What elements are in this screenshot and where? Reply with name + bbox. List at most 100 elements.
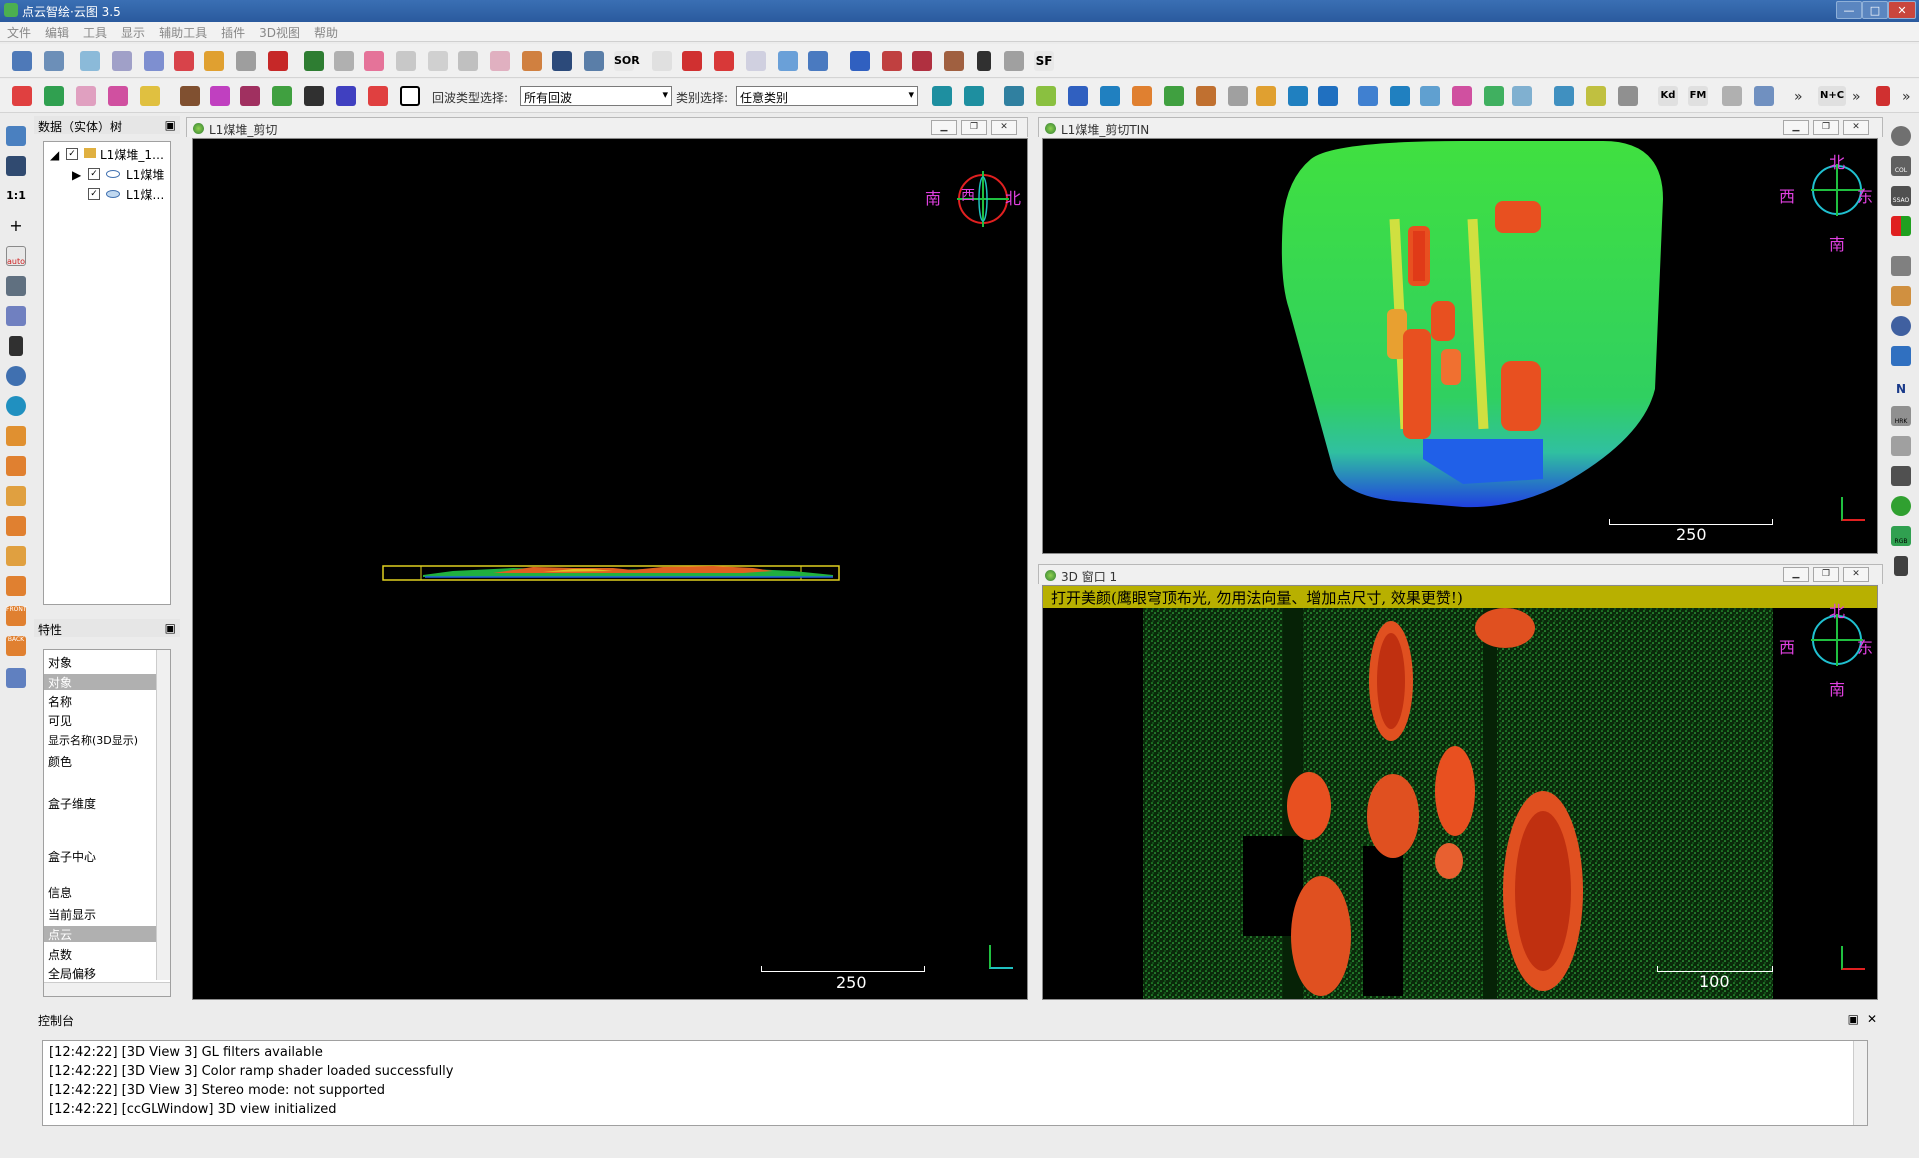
tree-checkbox-2[interactable]: ✓	[88, 188, 100, 200]
translate-icon[interactable]	[112, 51, 132, 71]
properties-vscrollbar[interactable]	[156, 650, 170, 980]
left-view-restore[interactable]: ❐	[961, 120, 987, 135]
magnet-icon[interactable]	[1894, 556, 1908, 576]
3d-view-minimize[interactable]: ▁	[1783, 567, 1809, 582]
bars-icon[interactable]	[240, 86, 260, 106]
menu-aux-tools[interactable]: 辅助工具	[152, 22, 214, 43]
console-scrollbar[interactable]	[1853, 1041, 1867, 1125]
view-top-icon[interactable]	[6, 426, 26, 446]
rgb-icon[interactable]	[44, 86, 64, 106]
more-tools-3[interactable]: »	[1902, 89, 1911, 105]
edit-icon[interactable]	[808, 51, 828, 71]
segment-icon[interactable]	[174, 51, 194, 71]
normal-icon[interactable]	[458, 51, 478, 71]
line-icon[interactable]	[304, 86, 324, 106]
zoom-fit-icon[interactable]	[6, 396, 26, 416]
triangle-icon[interactable]	[336, 86, 356, 106]
tree-item-root[interactable]: L1煤堆_1…	[100, 146, 164, 163]
menu-plugins[interactable]: 插件	[214, 22, 252, 43]
zoom-icon[interactable]	[6, 366, 26, 386]
compass-icon[interactable]	[1891, 316, 1911, 336]
sdv-icon[interactable]	[1891, 466, 1911, 486]
list-icon[interactable]	[144, 51, 164, 71]
delete-icon[interactable]	[268, 51, 288, 71]
ssao-icon[interactable]: SSAO	[1891, 186, 1911, 206]
scatter-blue-icon[interactable]	[1358, 86, 1378, 106]
prop-show-name[interactable]: 显示名称(3D显示)	[44, 732, 162, 748]
tin-view-restore[interactable]: ❐	[1813, 120, 1839, 135]
wave-icon[interactable]	[1420, 86, 1440, 106]
menu-file[interactable]: 文件	[0, 22, 38, 43]
stats-icon[interactable]	[882, 51, 902, 71]
save-icon[interactable]	[44, 51, 64, 71]
gradient-icon[interactable]	[108, 86, 128, 106]
rock-icon[interactable]	[1618, 86, 1638, 106]
camera-icon[interactable]	[6, 156, 26, 176]
tin-3d-view[interactable]: 北 西 东 南 250	[1042, 138, 1878, 554]
3d-view-restore[interactable]: ❐	[1813, 567, 1839, 582]
ratio-icon[interactable]: 1:1	[6, 186, 26, 206]
pencil-icon[interactable]	[1256, 86, 1276, 106]
center-icon[interactable]: +	[6, 216, 26, 236]
view-right-icon[interactable]	[6, 546, 26, 566]
cc-icon[interactable]	[490, 51, 510, 71]
classify-icon[interactable]	[210, 86, 230, 106]
maximize-button[interactable]: □	[1862, 1, 1888, 19]
table-icon[interactable]	[1036, 86, 1056, 106]
rotate-icon[interactable]	[1288, 86, 1308, 106]
doc-icon[interactable]	[1004, 86, 1024, 106]
calc-icon[interactable]	[1004, 51, 1024, 71]
open-icon[interactable]	[12, 51, 32, 71]
palette-icon[interactable]	[76, 86, 96, 106]
warning-icon[interactable]	[1228, 86, 1248, 106]
echo-type-select[interactable]: 所有回波	[520, 86, 672, 106]
boxes-icon[interactable]	[140, 86, 160, 106]
scalar-icon[interactable]	[944, 51, 964, 71]
prop-visible[interactable]: 可见	[44, 712, 162, 728]
left-view-close[interactable]: ✕	[991, 120, 1017, 135]
left-3d-view[interactable]: 南 西 北 250	[192, 138, 1028, 1000]
menu-tools[interactable]: 工具	[76, 22, 114, 43]
float-panel-icon[interactable]: ▣	[165, 118, 176, 132]
kd-icon[interactable]: Kd	[1658, 86, 1678, 106]
sf-icon[interactable]: SF	[1034, 51, 1054, 71]
menu-edit[interactable]: 编辑	[38, 22, 76, 43]
image-icon[interactable]	[584, 51, 604, 71]
scatter-icon[interactable]	[428, 51, 448, 71]
tree-icon[interactable]	[1164, 86, 1184, 106]
prop-name[interactable]: 名称	[44, 693, 162, 709]
windows-icon[interactable]	[1318, 86, 1338, 106]
square-icon[interactable]	[400, 86, 420, 106]
sor-icon[interactable]: SOR	[614, 51, 640, 71]
auto-pick-icon[interactable]: auto	[6, 246, 26, 266]
front-iso-icon[interactable]: FRONT	[6, 606, 27, 626]
3d-view-close[interactable]: ✕	[1843, 567, 1869, 582]
color-balance-icon[interactable]	[1891, 216, 1911, 236]
view-left-icon[interactable]	[6, 486, 26, 506]
crosshair-icon[interactable]	[682, 51, 702, 71]
fm-icon[interactable]: FM	[1688, 86, 1708, 106]
beauty-banner[interactable]: 打开美颜(鹰眼穹顶布光, 勿用法向量、增加点尺寸, 效果更赞!)	[1043, 586, 1877, 608]
view-back-icon[interactable]	[6, 516, 26, 536]
float-properties-icon[interactable]: ▣	[165, 621, 176, 635]
class-select[interactable]: 任意类别	[736, 86, 918, 106]
left-view-minimize[interactable]: ▁	[931, 120, 957, 135]
nc-icon[interactable]: N+C	[1818, 86, 1846, 106]
view-bottom-icon[interactable]	[6, 576, 26, 596]
shield-icon[interactable]	[1132, 86, 1152, 106]
plus-icon[interactable]	[977, 51, 991, 71]
info-icon[interactable]	[1512, 86, 1532, 106]
view-tool-icon[interactable]	[6, 126, 26, 146]
dots-icon[interactable]	[364, 51, 384, 71]
bucket-icon[interactable]	[522, 51, 542, 71]
pentagon-icon[interactable]	[1891, 496, 1911, 516]
stereo-icon[interactable]	[6, 668, 26, 688]
more-tools-2[interactable]: »	[1852, 89, 1861, 105]
tin-view-close[interactable]: ✕	[1843, 120, 1869, 135]
more-tools-1[interactable]: »	[1794, 89, 1803, 105]
tin-view-minimize[interactable]: ▁	[1783, 120, 1809, 135]
menu-3dview[interactable]: 3D视图	[252, 22, 307, 43]
transform-icon[interactable]	[80, 51, 100, 71]
tree-item-2[interactable]: L1煤…	[126, 186, 164, 203]
layers-icon[interactable]	[180, 86, 200, 106]
